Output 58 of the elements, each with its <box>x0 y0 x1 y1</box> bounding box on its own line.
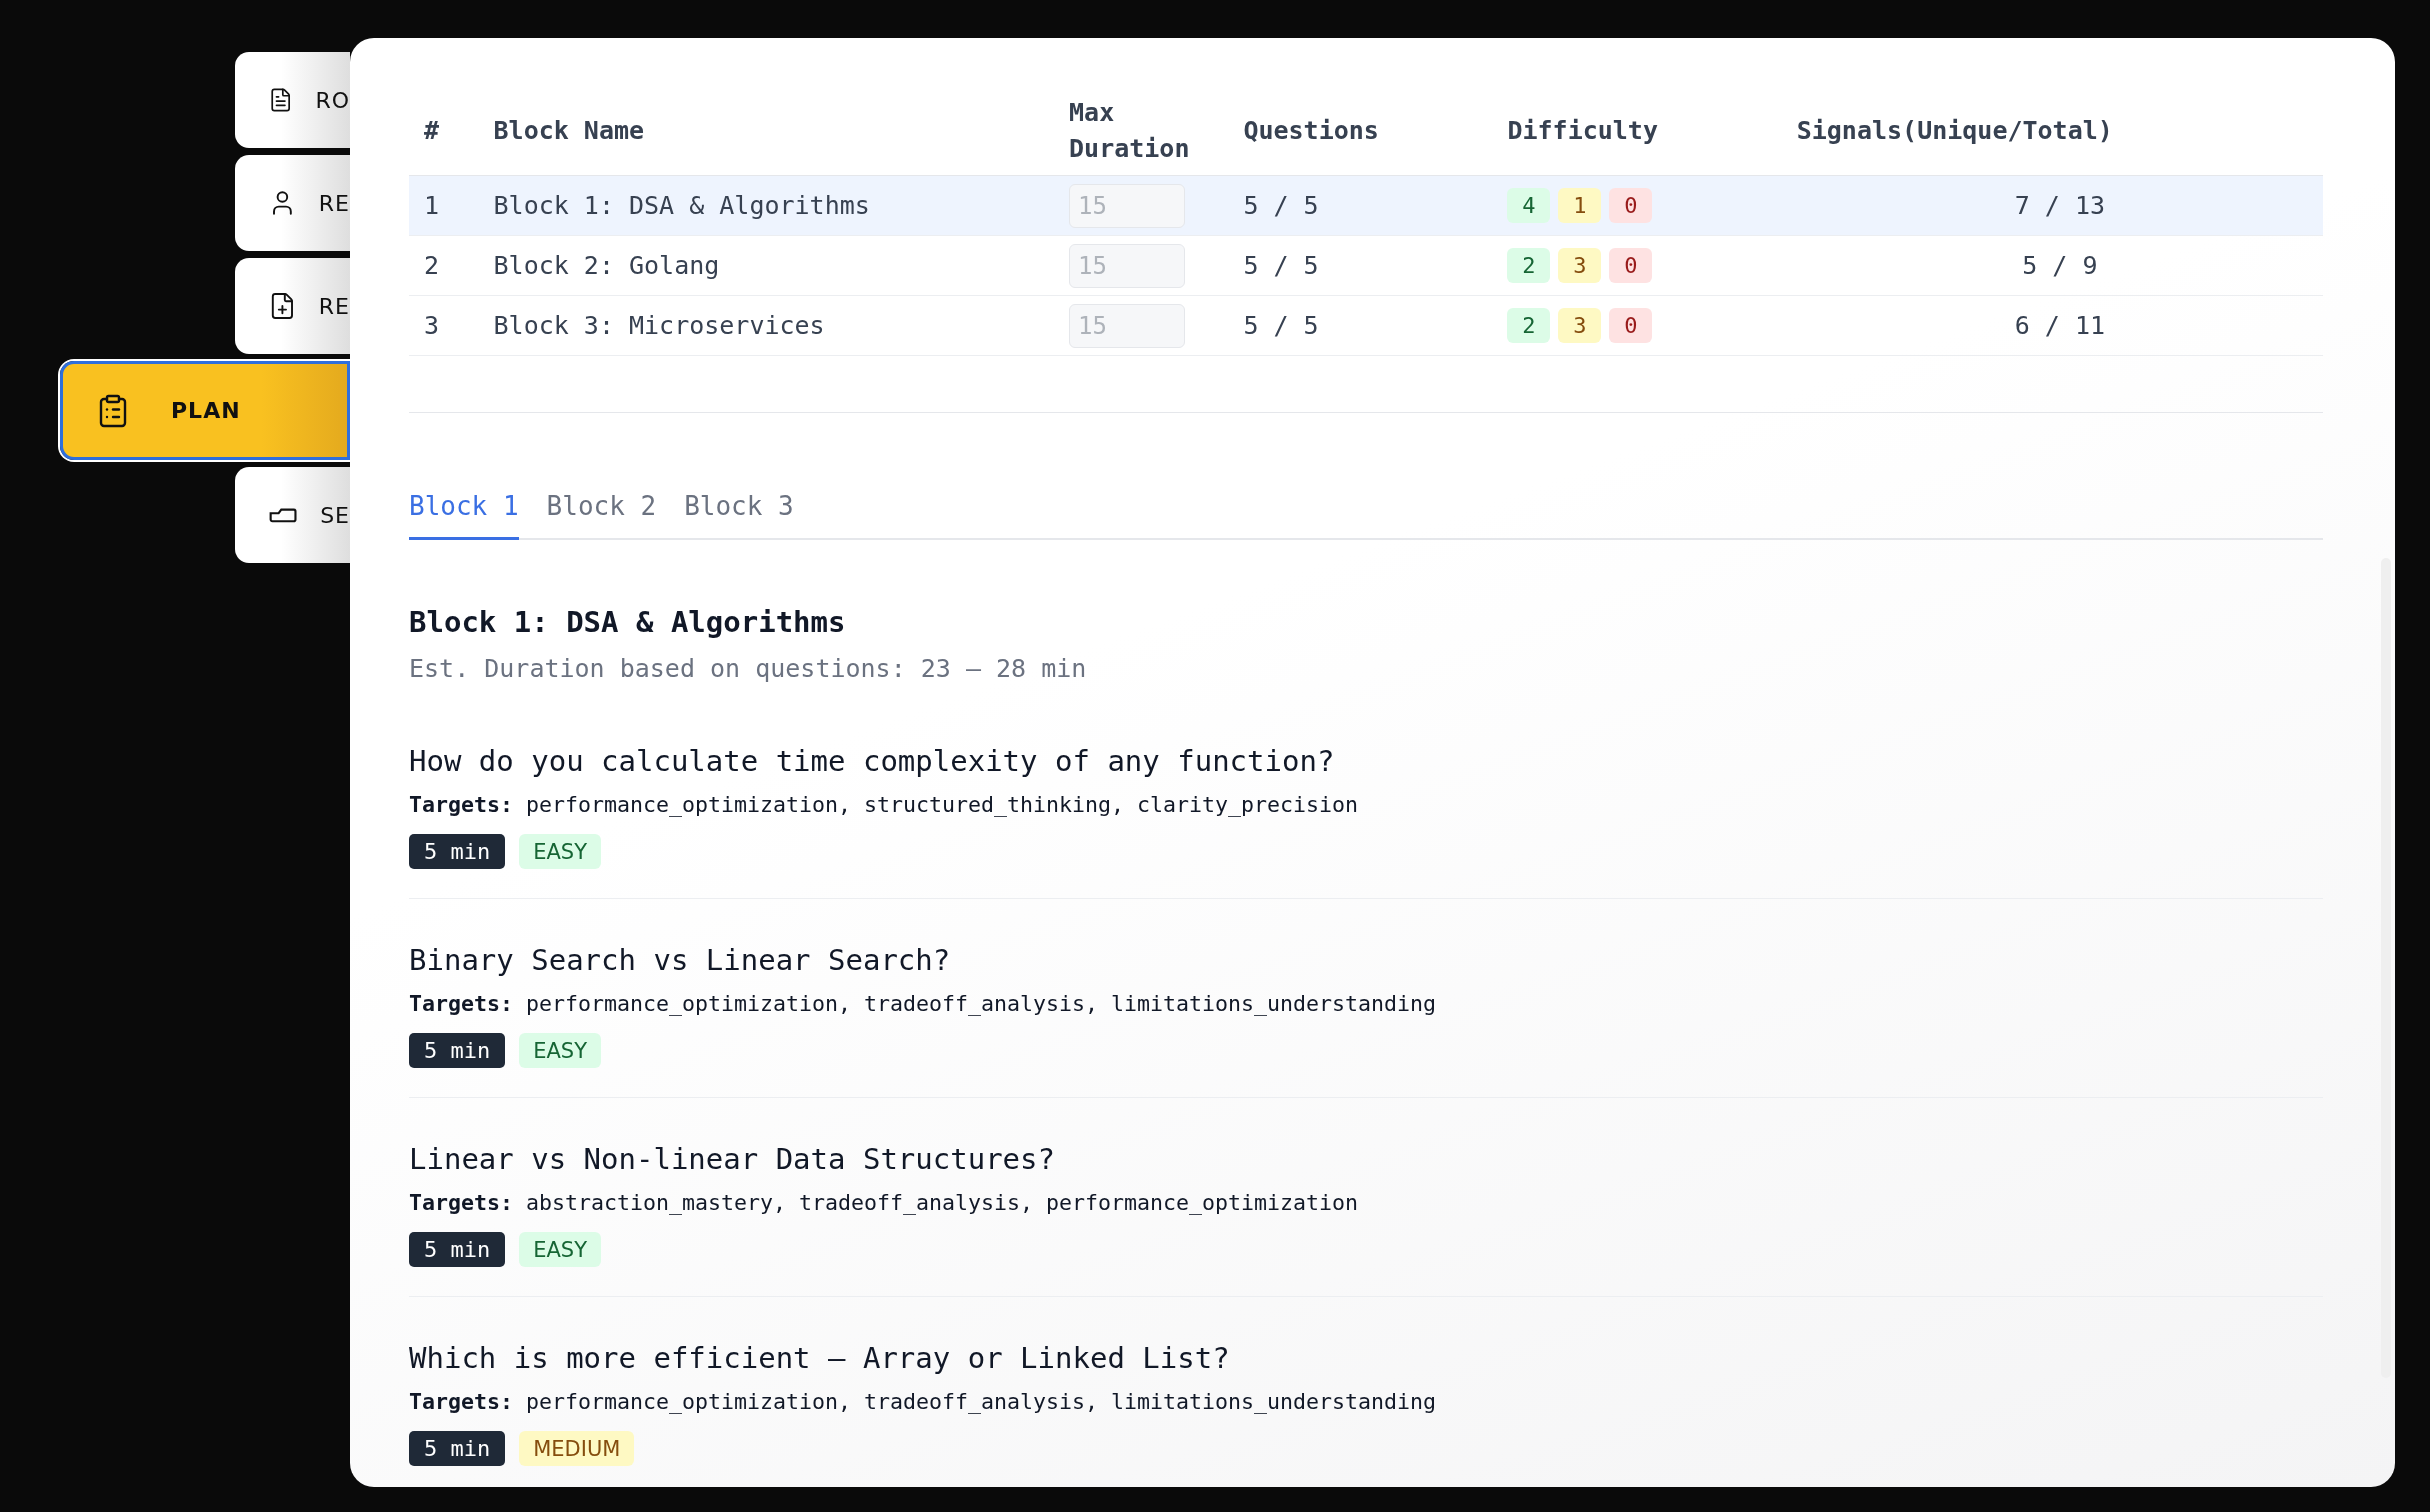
block-name: Block 1: DSA & Algorithms <box>493 191 870 220</box>
question-text: Which is more efficient – Array or Linked List? <box>409 1341 1231 1375</box>
difficulty-tag: EASY <box>519 1232 602 1267</box>
difficulty-count: 0 <box>1609 188 1653 223</box>
sidebar-item[interactable]: RO <box>235 52 350 148</box>
row-number: 3 <box>424 311 440 340</box>
sidebar-item[interactable]: RE <box>235 155 350 251</box>
targets-text: Targets: abstraction_mastery, tradeoff_analysis, performance_optimization <box>409 1190 1360 1215</box>
sidebar-item[interactable]: RE <box>235 258 350 354</box>
difficulty-count: 1 <box>1558 188 1602 223</box>
block-tab[interactable]: Block 2 <box>546 479 657 540</box>
signal-count: 5 / 9 <box>2022 251 2098 280</box>
row-number: 2 <box>424 251 440 280</box>
table-row[interactable]: 2 Block 2: Golang 15 5 / 5 2 3 0 5 / 9 <box>409 235 2323 296</box>
difficulty-count: 2 <box>1507 308 1551 343</box>
targets-text: Targets: performance_optimization, structured_thinking, clarity_precision <box>409 792 1360 817</box>
targets-text: Targets: performance_optimization, tradeoff_analysis, limitations_understanding <box>409 991 1438 1016</box>
column-header: # <box>409 95 479 176</box>
question-count: 5 / 5 <box>1243 251 1319 280</box>
signal-count: 7 / 13 <box>2014 191 2105 220</box>
row-number: 1 <box>424 191 440 220</box>
signal-count: 6 / 11 <box>2014 311 2105 340</box>
duration-tag: 5 min <box>409 834 506 869</box>
block-title: Block 1: DSA & Algorithms <box>409 605 847 639</box>
difficulty-tag: MEDIUM <box>519 1431 635 1466</box>
column-header: Max Duration <box>1054 95 1229 176</box>
difficulty-tag: EASY <box>519 1033 602 1068</box>
block-name: Block 3: Microservices <box>493 311 825 340</box>
difficulty-count: 4 <box>1507 188 1551 223</box>
duration-field[interactable]: 15 <box>1069 303 1186 348</box>
difficulty-count: 0 <box>1609 308 1653 343</box>
duration-tag: 5 min <box>409 1033 506 1068</box>
duration-tag: 5 min <box>409 1431 506 1466</box>
difficulty-count: 2 <box>1507 248 1551 283</box>
targets-text: Targets: performance_optimization, tradeoff_analysis, limitations_understanding <box>409 1389 1438 1414</box>
difficulty-count: 0 <box>1609 248 1653 283</box>
column-header: Questions <box>1228 95 1493 176</box>
column-header: Difficulty <box>1492 95 1782 176</box>
block-name: Block 2: Golang <box>493 251 720 280</box>
duration-field[interactable]: 15 <box>1069 183 1186 228</box>
table-row[interactable]: 3 Block 3: Microservices 15 5 / 5 2 3 0 6 / 11 <box>409 295 2323 356</box>
duration-field[interactable]: 15 <box>1069 243 1186 288</box>
column-header: Signals(Unique/Total) <box>1781 95 2323 176</box>
sidebar-item[interactable]: PLAN <box>60 361 350 460</box>
difficulty-count: 3 <box>1558 248 1602 283</box>
question-text: Binary Search vs Linear Search? <box>409 943 952 977</box>
difficulty-tag: EASY <box>519 834 602 869</box>
block-tab[interactable]: Block 3 <box>684 479 794 540</box>
difficulty-count: 3 <box>1558 308 1602 343</box>
duration-estimate: Est. Duration based on questions: 23 – 28 min <box>409 654 1088 683</box>
question-text: Linear vs Non-linear Data Structures? <box>409 1142 1056 1176</box>
duration-tag: 5 min <box>409 1232 506 1267</box>
sidebar-item[interactable]: SE <box>235 467 350 563</box>
question-count: 5 / 5 <box>1243 191 1319 220</box>
question-text: How do you calculate time complexity of any function? <box>409 744 1336 778</box>
block-tab[interactable]: Block 1 <box>409 479 519 540</box>
column-header: Block Name <box>478 95 1055 176</box>
question-count: 5 / 5 <box>1243 311 1319 340</box>
